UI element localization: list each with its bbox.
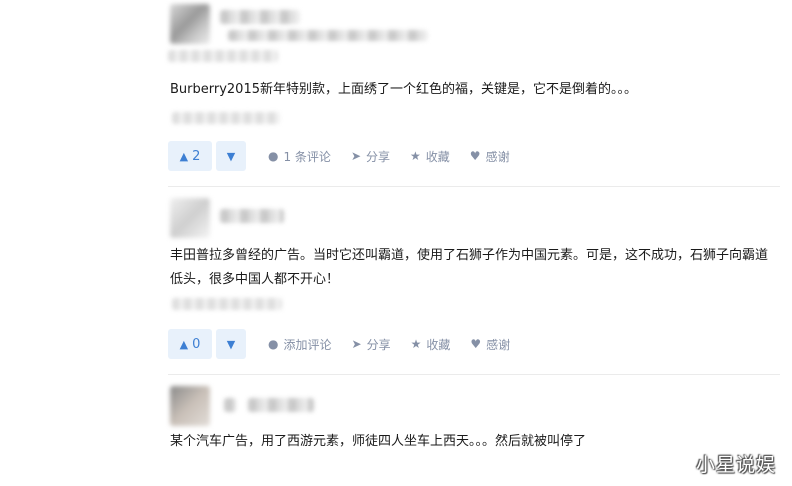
author-name-blurred — [220, 209, 284, 223]
author-bio-blurred — [248, 398, 314, 412]
author-info — [168, 194, 780, 242]
thanks-label: 感谢 — [486, 337, 511, 352]
comment-label: 1 条评论 — [283, 149, 331, 164]
answer-item — [168, 194, 780, 242]
thanks-button[interactable]: ♥ 感谢 — [470, 336, 510, 353]
comment-bubble-icon: ● — [268, 337, 279, 351]
answer-date-blurred — [172, 298, 282, 310]
triangle-up-icon: ▲ — [179, 337, 189, 351]
triangle-down-icon: ▼ — [226, 149, 236, 163]
heart-icon: ♥ — [470, 337, 482, 351]
share-button[interactable]: ➤ 分享 — [351, 148, 390, 165]
upvote-count: 2 — [192, 148, 201, 164]
avatar[interactable] — [170, 4, 210, 44]
upvote-button[interactable]: ▲ 2 — [168, 141, 212, 171]
author-bio-blurred — [228, 30, 428, 41]
thanks-button[interactable]: ♥ 感谢 — [470, 148, 510, 165]
star-icon: ★ — [410, 337, 422, 351]
answer-toolbar: ▲ 2 ▼ ● 1 条评论 ➤ 分享 ★ 收藏 ♥ 感谢 — [168, 140, 510, 172]
paper-plane-icon: ➤ — [350, 149, 361, 163]
author-name-blurred — [220, 10, 300, 24]
answer-content: 丰田普拉多曾经的广告。当时它还叫霸道，使用了石狮子作为中国元素。可是，这不成功，… — [170, 248, 769, 287]
answer-content: 某个汽车广告，用了西游元素，师徒四人坐车上西天。。。然后就被叫停了 — [170, 434, 587, 449]
favorite-button[interactable]: ★ 收藏 — [411, 336, 451, 353]
comment-button[interactable]: ● 添加评论 — [268, 336, 332, 353]
answer-item — [168, 0, 780, 62]
answer-divider — [168, 374, 780, 375]
answer-item — [168, 382, 780, 430]
answer-feed: Burberry2015新年特别款，上面绣了一个红色的福，关键是，它不是倒着的。… — [0, 0, 792, 486]
favorite-button[interactable]: ★ 收藏 — [410, 148, 450, 165]
author-name-blurred — [224, 398, 236, 412]
avatar[interactable] — [170, 386, 210, 426]
triangle-down-icon: ▼ — [226, 337, 236, 351]
upvote-button[interactable]: ▲ 0 — [168, 329, 212, 359]
comment-bubble-icon: ● — [268, 149, 279, 163]
downvote-button[interactable]: ▼ — [216, 329, 246, 359]
upvote-count: 0 — [192, 336, 201, 352]
author-meta-blurred — [168, 50, 278, 62]
author-info — [168, 0, 780, 62]
share-label: 分享 — [366, 337, 391, 352]
answer-divider — [168, 186, 780, 187]
avatar[interactable] — [170, 198, 210, 238]
author-info — [168, 382, 780, 430]
comment-button[interactable]: ● 1 条评论 — [268, 148, 331, 165]
favorite-label: 收藏 — [425, 149, 450, 164]
star-icon: ★ — [410, 149, 421, 163]
share-button[interactable]: ➤ 分享 — [352, 336, 391, 353]
answer-toolbar: ▲ 0 ▼ ● 添加评论 ➤ 分享 ★ 收藏 ♥ 感谢 — [168, 328, 510, 360]
answer-content: Burberry2015新年特别款，上面绣了一个红色的福，关键是，它不是倒着的。… — [170, 82, 637, 97]
answer-date-blurred — [172, 112, 280, 124]
downvote-button[interactable]: ▼ — [216, 141, 246, 171]
share-label: 分享 — [366, 149, 391, 164]
comment-label: 添加评论 — [283, 337, 332, 352]
thanks-label: 感谢 — [485, 149, 510, 164]
paper-plane-icon: ➤ — [351, 337, 362, 351]
triangle-up-icon: ▲ — [179, 149, 189, 163]
heart-icon: ♥ — [469, 149, 481, 163]
favorite-label: 收藏 — [426, 337, 451, 352]
watermark: 小星说娱 — [695, 454, 776, 476]
